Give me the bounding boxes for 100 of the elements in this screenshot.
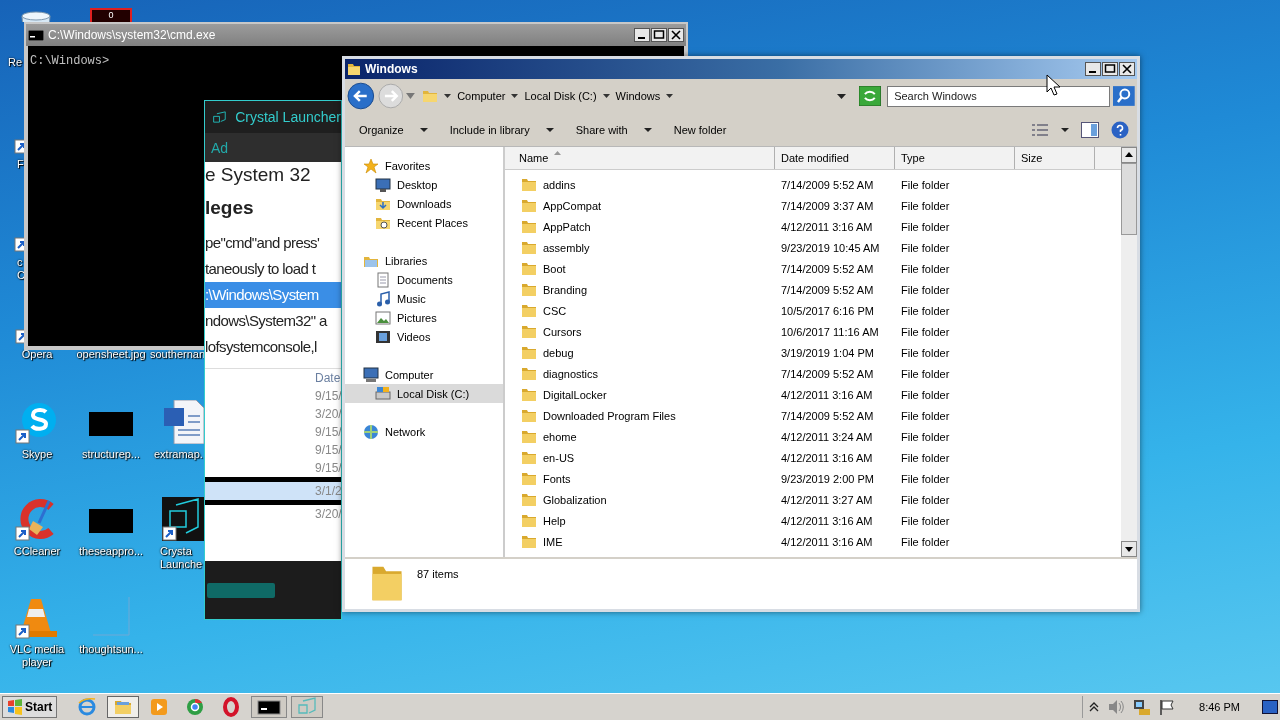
taskbar-button[interactable] [251,696,288,718]
table-cell: File folder [901,535,950,548]
table-cell: 4/12/2011 3:24 AM [781,430,873,443]
flag-icon[interactable] [1159,699,1176,715]
nav-item[interactable]: Local Disk (C:) [345,384,503,403]
file-name[interactable]: addins [543,178,576,191]
column-header[interactable]: Type [895,147,1015,169]
file-name[interactable]: ehome [543,430,577,443]
document-icon[interactable] [162,400,206,444]
file-name[interactable]: Cursors [543,325,582,338]
date-cell[interactable]: 9/15/ [315,459,341,477]
folder-icon [422,88,439,104]
network-icon[interactable] [1133,699,1152,715]
file-name[interactable]: Help [543,514,566,527]
nav-item[interactable]: Desktop [345,175,503,194]
file-name[interactable]: debug [543,346,574,359]
launcher-icon[interactable] [162,497,206,541]
file-name[interactable]: assembly [543,241,590,254]
nav-item[interactable]: Favorites [345,156,503,175]
column-header[interactable]: Size [1015,147,1095,169]
table-cell: 3/19/2019 1:04 PM [781,346,874,359]
console-icon [257,697,282,717]
toolbar-button[interactable]: Include in library [443,121,560,138]
help-icon[interactable] [1111,120,1129,139]
view-options-icon[interactable] [1031,122,1049,137]
maximize-icon[interactable] [1102,62,1118,76]
scroll-thumb[interactable] [1121,163,1137,235]
caret-icon [545,127,554,132]
table-cell: 9/23/2019 2:00 PM [781,472,874,485]
toolbar-button[interactable]: New folder [667,121,733,138]
table-cell: File folder [901,409,950,422]
close-icon[interactable] [668,28,684,42]
file-name[interactable]: AppCompat [543,199,602,212]
search-field[interactable]: Search Windows [887,85,1111,107]
icon-label: Opera [21,348,53,361]
file-name[interactable]: Boot [543,262,566,275]
file-name[interactable]: CSC [543,304,567,317]
icon-label: extramap. [154,448,203,461]
date-cell[interactable]: 9/15/ [315,387,341,405]
folder-icon [521,176,537,193]
nav-item[interactable]: Downloads [345,194,503,213]
close-icon[interactable] [1119,62,1135,76]
action-button[interactable] [207,582,275,598]
start-button[interactable]: Start [2,696,58,718]
document-icon [375,271,391,288]
table-cell: 7/14/2009 5:52 AM [781,283,874,296]
nav-item[interactable]: Documents [345,270,503,289]
skype-icon[interactable] [15,400,59,444]
nav-item[interactable]: Videos [345,327,503,346]
table-cell: 4/12/2011 3:16 AM [781,514,873,527]
article-heading: e System 32 [205,163,312,187]
search-icon[interactable] [1113,86,1135,106]
folder-icon [521,491,537,508]
caret-icon[interactable] [1061,127,1069,132]
nav-item[interactable]: Libraries [345,251,503,270]
file-name[interactable]: DigitalLocker [543,388,607,401]
back-icon[interactable] [347,82,375,110]
file-name[interactable]: Globalization [543,493,607,506]
file-name[interactable]: Downloaded Program Files [543,409,676,422]
breadcrumb[interactable]: Local Disk (C:) [524,90,597,102]
dropdown-icon[interactable] [837,93,847,99]
minimize-icon[interactable] [634,28,650,42]
file-name[interactable]: IME [543,535,563,548]
file-name[interactable]: AppPatch [543,220,591,233]
file-name[interactable]: Fonts [543,472,571,485]
date-cell[interactable]: 9/15/ [315,441,341,459]
maximize-icon[interactable] [651,28,667,42]
scrollbar[interactable] [1121,147,1137,557]
table-cell: File folder [901,451,950,464]
date-cell[interactable]: 3/20/ [315,405,341,423]
refresh-icon[interactable] [859,86,882,106]
chevron-up-icon[interactable] [1089,702,1100,712]
file-name[interactable]: en-US [543,451,575,464]
toolbar-button[interactable]: Share with [569,121,658,138]
nav-item[interactable]: Recent Places [345,213,503,232]
toolbar-button[interactable]: Organize [353,121,434,138]
date-cell[interactable]: 9/15/ [315,423,341,441]
scroll-down-icon[interactable] [1121,541,1137,557]
show-desktop-icon[interactable] [1262,700,1278,714]
nav-item[interactable]: Computer [345,365,503,384]
date-cell[interactable]: 3/20/ [315,505,341,523]
nav-item[interactable]: Music [345,289,503,308]
file-name[interactable]: diagnostics [543,367,599,380]
column-header[interactable]: Date modified [775,147,895,169]
caret-icon[interactable] [511,94,519,98]
caret-icon[interactable] [666,94,674,98]
preview-pane-icon[interactable] [1081,121,1099,138]
breadcrumb[interactable]: Computer [457,90,506,102]
table-cell: 4/12/2011 3:27 AM [781,493,873,506]
caret-icon[interactable] [444,94,452,98]
scroll-up-icon[interactable] [1121,147,1137,163]
nav-item[interactable]: Network [345,422,503,441]
caret-icon[interactable] [602,94,610,98]
minimize-icon[interactable] [1085,62,1101,76]
table-cell: File folder [901,430,950,443]
breadcrumb[interactable]: Windows [615,90,661,102]
film-icon [375,328,391,345]
file-name[interactable]: Branding [543,283,588,296]
column-header[interactable]: Name [505,147,775,169]
nav-item[interactable]: Pictures [345,308,503,327]
